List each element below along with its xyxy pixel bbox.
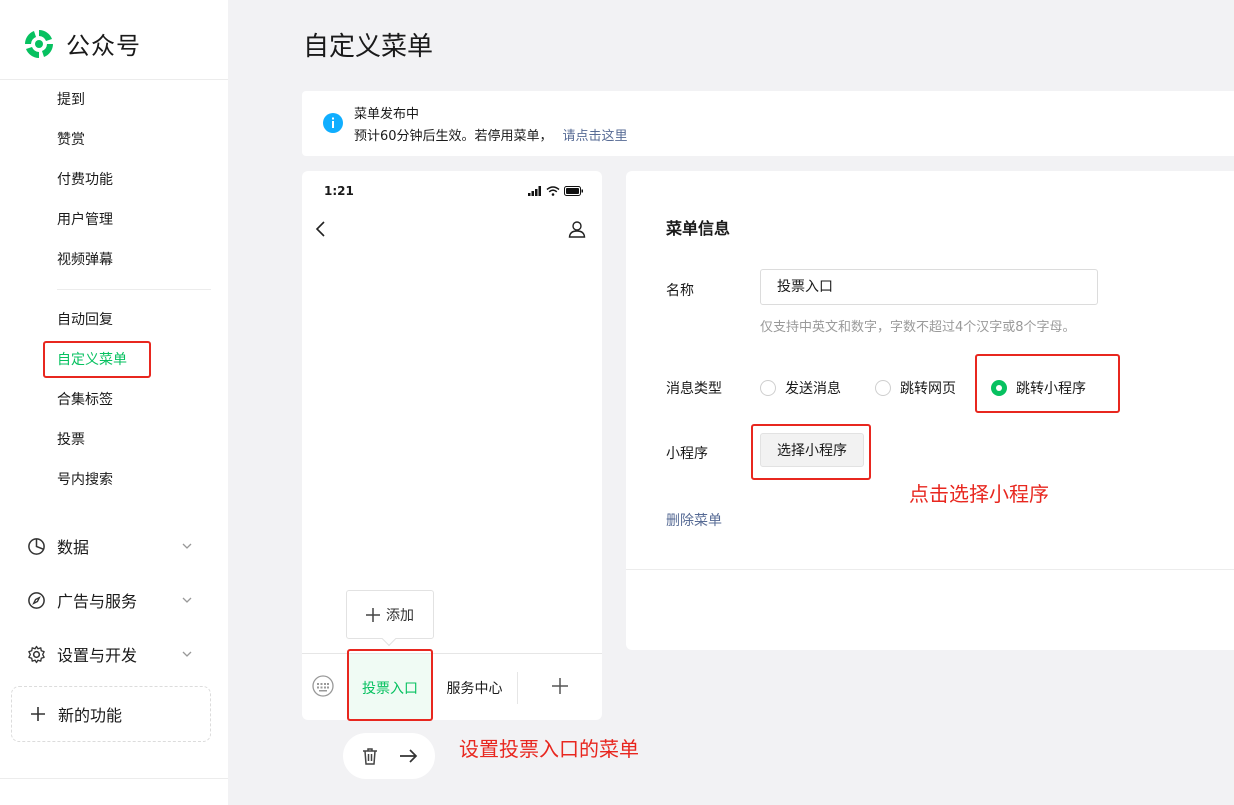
highlight-box: [43, 341, 151, 378]
divider: [57, 289, 211, 290]
section-label: 广告与服务: [57, 592, 138, 611]
brand[interactable]: 公众号: [22, 26, 141, 61]
menu-info-panel: 菜单信息 名称 投票入口 仅支持中英文和数字，字数不超过4个汉字或8个字母。 消…: [626, 171, 1234, 650]
menu-name-input[interactable]: 投票入口: [760, 269, 1098, 305]
sidebar-item-user-management[interactable]: 用户管理: [57, 210, 113, 230]
sidebar-item-paid-features[interactable]: 付费功能: [57, 170, 113, 190]
panel-title: 菜单信息: [666, 219, 731, 238]
arrow-right-icon[interactable]: [398, 746, 418, 766]
wechat-official-logo-icon: [25, 29, 53, 58]
add-submenu-button[interactable]: 添加: [346, 590, 434, 639]
divider: [0, 778, 228, 779]
radio-jump-webpage[interactable]: 跳转网页: [875, 378, 956, 398]
battery-icon: [564, 186, 583, 196]
trash-icon[interactable]: [360, 746, 380, 766]
sidebar-item-auto-reply[interactable]: 自动回复: [57, 310, 113, 330]
miniprogram-label: 小程序: [666, 446, 708, 462]
notice-text: 预计60分钟后生效。若停用菜单，: [354, 129, 553, 144]
divider: [0, 79, 228, 80]
page-title: 自定义菜单: [303, 32, 434, 62]
annotation-select-miniprogram: 点击选择小程序: [909, 482, 1049, 506]
info-icon: [323, 113, 343, 133]
chevron-down-icon: [182, 651, 192, 657]
status-time: 1:21: [324, 184, 354, 198]
divider: [517, 672, 518, 704]
sidebar-item-collection-tags[interactable]: 合集标签: [57, 390, 113, 410]
chevron-down-icon: [182, 543, 192, 549]
notice-title: 菜单发布中: [354, 107, 420, 122]
keyboard-icon[interactable]: [312, 675, 334, 697]
highlight-box: [975, 354, 1120, 413]
new-feature-button[interactable]: 新的功能: [11, 686, 211, 742]
new-feature-label: 新的功能: [58, 706, 123, 725]
add-menu-icon[interactable]: [550, 676, 570, 696]
type-label: 消息类型: [666, 381, 722, 397]
sidebar-section-ads-services[interactable]: 广告与服务: [27, 588, 197, 612]
sidebar-item-vote[interactable]: 投票: [57, 430, 85, 450]
chevron-down-icon: [182, 597, 192, 603]
name-hint: 仅支持中英文和数字，字数不超过4个汉字或8个字母。: [760, 320, 1076, 335]
section-label: 数据: [57, 538, 90, 557]
delete-menu-link[interactable]: 删除菜单: [666, 510, 722, 530]
phone-preview: 1:21 添加 投票入口 服务中心: [302, 171, 602, 721]
menu-item-service-center[interactable]: 服务中心: [432, 654, 517, 721]
section-label: 设置与开发: [57, 646, 138, 665]
divider: [626, 569, 1234, 570]
signal-icon: [528, 186, 541, 196]
gear-icon: [28, 645, 45, 663]
sidebar-item-video-danmaku[interactable]: 视频弹幕: [57, 250, 113, 270]
menu-toolbar: [343, 733, 435, 779]
sidebar-item-in-account-search[interactable]: 号内搜索: [57, 470, 113, 490]
add-label: 添加: [386, 607, 414, 624]
plus-icon: [366, 607, 380, 622]
notice-link[interactable]: 请点击这里: [563, 129, 628, 144]
radio-label: 跳转网页: [900, 381, 956, 397]
user-icon[interactable]: [568, 220, 586, 238]
sidebar-item-mentions[interactable]: 提到: [57, 90, 85, 110]
status-icons: [528, 186, 584, 196]
sidebar-section-settings-dev[interactable]: 设置与开发: [27, 642, 197, 666]
compass-icon: [28, 591, 45, 609]
radio-dot: [875, 380, 891, 396]
highlight-box: [751, 424, 871, 480]
annotation-set-menu: 设置投票入口的菜单: [459, 737, 639, 761]
radio-dot: [760, 380, 776, 396]
sidebar-section-data[interactable]: 数据: [27, 534, 197, 558]
sidebar: 公众号 提到 赞赏 付费功能 用户管理 视频弹幕 自动回复 自定义菜单 合集标签…: [0, 0, 228, 805]
radio-send-message[interactable]: 发送消息: [760, 378, 841, 398]
radio-label: 发送消息: [785, 381, 841, 397]
plus-icon: [31, 707, 45, 721]
publish-notice: 菜单发布中 预计60分钟后生效。若停用菜单， 请点击这里: [302, 91, 1234, 156]
sidebar-item-tips[interactable]: 赞赏: [57, 130, 85, 150]
wifi-icon: [546, 186, 560, 196]
back-icon[interactable]: [314, 221, 328, 237]
highlight-box: [347, 649, 433, 721]
brand-name: 公众号: [66, 32, 141, 60]
notice-desc: 预计60分钟后生效。若停用菜单， 请点击这里: [354, 125, 628, 144]
pie-chart-icon: [28, 537, 45, 555]
name-label: 名称: [666, 283, 694, 299]
